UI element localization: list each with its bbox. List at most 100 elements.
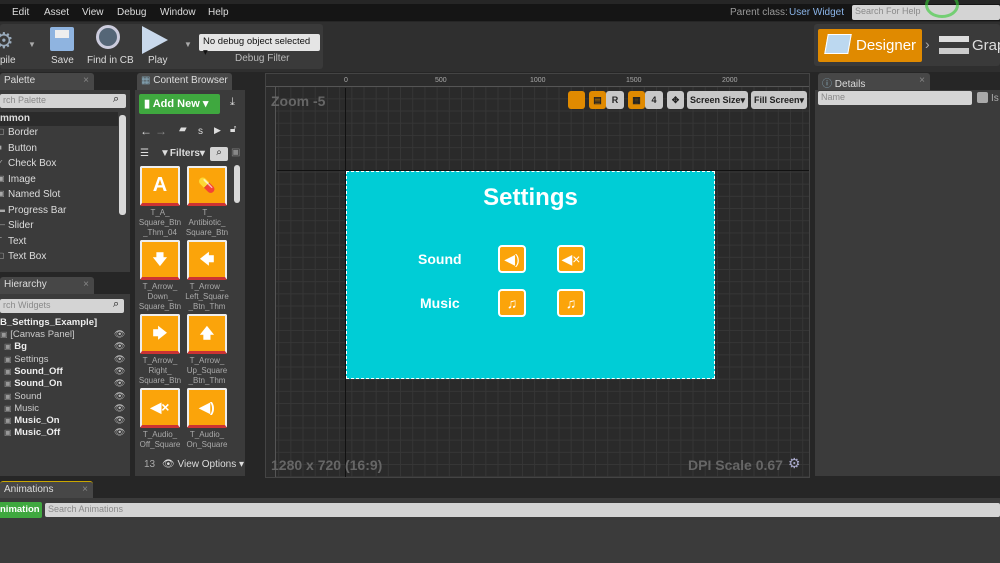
hierarchy-item[interactable]: ▣ Sound_Off 👁︎ — [4, 366, 128, 378]
compile-dropdown-icon[interactable]: ▼ — [28, 40, 36, 49]
hierarchy-item[interactable]: ▣ Sound_On 👁︎ — [4, 378, 128, 390]
hierarchy-item[interactable]: ▣ Sound 👁︎ — [4, 391, 128, 403]
add-animation-button[interactable]: nimation — [0, 502, 42, 518]
palette-item[interactable]: —Slider — [0, 220, 34, 236]
hierarchy-item[interactable]: ▣ Music 👁︎ — [4, 403, 128, 415]
grid-snap-toggle-icon[interactable]: ▦ — [628, 91, 645, 109]
visibility-eye-icon[interactable]: 👁︎ — [114, 378, 125, 389]
play-icon[interactable] — [142, 26, 168, 54]
hierarchy-item[interactable]: ▣ Bg 👁︎ — [4, 341, 128, 353]
visibility-eye-icon[interactable]: 👁︎ — [114, 403, 125, 414]
hierarchy-item[interactable]: ▣ [Canvas Panel] 👁︎ — [0, 329, 125, 341]
sound-on-speaker-icon[interactable]: ◀) — [498, 245, 526, 273]
folder-icon[interactable]: ▰ — [179, 124, 187, 135]
hierarchy-root[interactable]: B_Settings_Example] — [0, 317, 97, 329]
visibility-eye-icon[interactable]: 👁︎ — [114, 415, 125, 426]
search-icon[interactable]: ⌕ — [210, 147, 228, 161]
compile-button[interactable]: pile — [0, 55, 16, 66]
outline-toggle[interactable] — [568, 91, 585, 109]
palette-scrollbar[interactable] — [119, 115, 126, 215]
menu-help[interactable]: Help — [208, 7, 229, 18]
path-crumb[interactable]: s — [198, 126, 203, 137]
menu-asset[interactable]: Asset — [44, 7, 69, 18]
hierarchy-item[interactable]: ▣ Settings 👁︎ — [4, 354, 128, 366]
music-off-note-icon[interactable]: ♫ — [557, 289, 585, 317]
asset-thumbnail[interactable]: A — [140, 166, 180, 206]
layout-toggle-icon[interactable]: ▤ — [589, 91, 606, 109]
visibility-eye-icon[interactable]: 👁︎ — [114, 341, 125, 352]
asset-thumbnail[interactable]: 🡇 — [140, 240, 180, 280]
content-browser-tab[interactable]: ▦ Content Browser — [137, 73, 232, 90]
save-icon[interactable] — [50, 27, 74, 51]
respect-locks-button[interactable]: R — [606, 91, 624, 109]
find-in-cb-button[interactable]: Find in CB — [87, 55, 134, 66]
menu-view[interactable]: View — [82, 7, 104, 18]
grid-snap-value[interactable]: 4 — [645, 91, 663, 109]
visibility-eye-icon[interactable]: 👁︎ — [114, 427, 125, 438]
visibility-eye-icon[interactable]: 👁︎ — [114, 329, 125, 340]
view-options-button[interactable]: 👁︎ View Options ▾ — [162, 459, 244, 470]
compile-gear-icon[interactable]: ⚙ — [0, 28, 14, 54]
close-icon[interactable]: × — [82, 484, 88, 495]
close-icon[interactable]: × — [83, 75, 89, 86]
sound-off-mute-icon[interactable]: ◀× — [557, 245, 585, 273]
sound-label[interactable]: Sound — [418, 251, 462, 267]
palette-item[interactable]: ✓ Check Box — [0, 158, 56, 174]
close-icon[interactable]: × — [83, 279, 89, 290]
add-new-button[interactable]: ▮ Add New ▾ — [139, 94, 220, 114]
palette-category-common[interactable]: mmon — [0, 112, 118, 126]
asset-thumbnail[interactable]: 💊 — [187, 166, 227, 206]
settings-title[interactable]: Settings — [346, 184, 715, 212]
asset-thumbnail[interactable]: ◀× — [140, 388, 180, 428]
transform-icon[interactable]: ✥ — [667, 91, 684, 109]
path-arrow-icon[interactable]: ▶ — [214, 125, 221, 136]
palette-item[interactable]: ▢ Text Box — [0, 251, 46, 267]
name-input[interactable]: Name — [818, 91, 972, 105]
fill-screen-dropdown[interactable]: Fill Screen▾ — [751, 91, 807, 109]
visibility-eye-icon[interactable]: 👁︎ — [114, 391, 125, 402]
dpi-settings-gear-icon[interactable]: ⚙ — [788, 455, 801, 472]
palette-item[interactable]: ▣ Image — [0, 174, 36, 190]
debug-object-select[interactable]: No debug object selected ▾ — [199, 34, 320, 58]
visibility-eye-icon[interactable]: 👁︎ — [114, 366, 125, 377]
play-dropdown-icon[interactable]: ▼ — [184, 40, 192, 49]
menu-debug[interactable]: Debug — [117, 7, 146, 18]
palette-item[interactable]: ▢ Border — [0, 127, 38, 143]
details-tab[interactable]: ⓘ Details × — [818, 73, 930, 90]
visibility-eye-icon[interactable]: 👁︎ — [114, 354, 125, 365]
menu-edit[interactable]: Edit — [12, 7, 29, 18]
palette-item[interactable]: ▣ Named Slot — [0, 189, 60, 205]
forward-arrow-icon[interactable]: → — [155, 124, 167, 138]
hierarchy-item[interactable]: ▣ Music_On 👁︎ — [4, 415, 128, 427]
close-icon[interactable]: × — [919, 75, 925, 86]
palette-item[interactable]: T Text — [0, 236, 26, 252]
lock-icon[interactable]: 🔓︎ — [230, 124, 236, 135]
palette-search-input[interactable]: rch Palette — [0, 94, 126, 108]
asset-thumbnail[interactable]: 🡆 — [140, 314, 180, 354]
music-on-note-icon[interactable]: ♫ — [498, 289, 526, 317]
import-icon[interactable]: ⤓ — [230, 96, 235, 109]
save-search-icon[interactable]: ▣ — [231, 147, 240, 158]
animations-tab[interactable]: Animations × — [0, 481, 93, 498]
is-variable-checkbox[interactable] — [977, 92, 988, 103]
hierarchy-search-input[interactable]: rch Widgets — [0, 299, 124, 313]
hierarchy-tab[interactable]: Hierarchy × — [0, 277, 94, 294]
play-button[interactable]: Play — [148, 55, 167, 66]
animations-search-input[interactable]: Search Animations — [45, 503, 1000, 517]
music-label[interactable]: Music — [420, 295, 460, 311]
hierarchy-item[interactable]: ▣ Music_Off 👁︎ — [4, 427, 128, 439]
sources-toggle-icon[interactable]: ☰ — [140, 148, 149, 159]
asset-thumbnail[interactable]: 🡅 — [187, 314, 227, 354]
back-arrow-icon[interactable]: ← — [140, 124, 152, 138]
find-in-cb-icon[interactable] — [96, 25, 120, 49]
palette-tab[interactable]: Palette × — [0, 73, 94, 90]
palette-item[interactable]: ▬ Progress Bar — [0, 205, 66, 221]
filters-button[interactable]: ▼Filters▾ — [160, 148, 205, 159]
parent-class-link[interactable]: User Widget — [789, 7, 844, 18]
save-button[interactable]: Save — [51, 55, 74, 66]
menu-window[interactable]: Window — [160, 7, 196, 18]
palette-item[interactable]: ■ Button — [0, 143, 37, 159]
asset-thumbnail[interactable]: 🡄 — [187, 240, 227, 280]
content-scrollbar[interactable] — [234, 165, 240, 203]
asset-thumbnail[interactable]: ◀) — [187, 388, 227, 428]
